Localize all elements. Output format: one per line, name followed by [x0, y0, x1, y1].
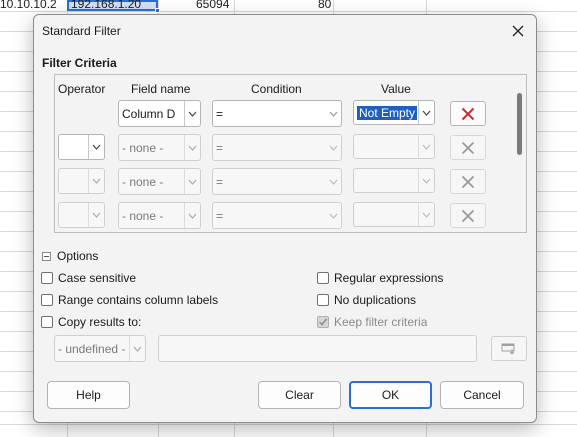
x-icon [461, 141, 475, 154]
no-duplications-label: No duplications [334, 293, 417, 307]
field-name-select-3[interactable]: - none - [118, 168, 201, 195]
copy-results-checkbox[interactable]: Copy results to: [41, 315, 141, 329]
field-name-value-3: - none - [122, 174, 164, 189]
checkbox-box [317, 294, 329, 306]
chevron-down-icon [129, 336, 145, 361]
condition-value-4: = [216, 208, 224, 223]
cell-port-dest[interactable]: 80 [318, 0, 331, 11]
chevron-down-icon [184, 101, 200, 126]
chevron-down-icon [418, 203, 434, 226]
criteria-grid: Operator Field name Condition Value Colu… [54, 74, 527, 233]
filter-criteria-heading: Filter Criteria [42, 56, 117, 70]
cell-ip-dest[interactable]: 192.168.1.20 [71, 0, 141, 11]
chevron-down-icon [88, 203, 104, 227]
chevron-down-icon [418, 135, 434, 158]
help-button[interactable]: Help [47, 381, 130, 409]
field-name-value-4: - none - [122, 208, 164, 223]
chevron-down-icon [325, 135, 341, 160]
x-icon [461, 175, 475, 188]
standard-filter-dialog: Standard Filter Filter Criteria Operator… [33, 14, 537, 423]
keep-filter-criteria-checkbox[interactable]: Keep filter criteria [317, 315, 427, 329]
copy-target-value: - undefined - [58, 341, 126, 356]
field-name-value-1: Column D [122, 106, 176, 121]
value-combo-1[interactable]: Not Empty [353, 100, 435, 125]
checkbox-box [317, 272, 329, 284]
header-operator: Operator [58, 82, 106, 96]
checkbox-box [41, 294, 53, 306]
delete-criterion-button-1[interactable] [450, 101, 486, 126]
dialog-title: Standard Filter [42, 24, 121, 38]
close-button[interactable] [506, 19, 530, 43]
value-combo-4[interactable] [353, 202, 435, 227]
case-sensitive-label: Case sensitive [58, 271, 137, 285]
chevron-down-icon [184, 203, 200, 228]
chevron-down-icon [88, 135, 104, 159]
checkbox-box [41, 316, 53, 328]
field-name-select-1[interactable]: Column D [118, 100, 201, 127]
condition-select-1[interactable]: = [212, 100, 342, 127]
copy-target-field[interactable] [158, 335, 477, 362]
chevron-down-icon [325, 101, 341, 126]
chevron-down-icon [184, 135, 200, 160]
regular-expressions-label: Regular expressions [334, 271, 444, 285]
field-name-select-2[interactable]: - none - [118, 134, 201, 161]
operator-select-3[interactable] [58, 168, 105, 194]
header-field-name: Field name [131, 82, 191, 96]
condition-value-3: = [216, 174, 224, 189]
value-combo-2[interactable] [353, 134, 435, 159]
field-name-select-4[interactable]: - none - [118, 202, 201, 229]
case-sensitive-checkbox[interactable]: Case sensitive [41, 271, 136, 285]
shrink-icon [501, 343, 515, 355]
value-combo-3[interactable] [353, 168, 435, 193]
x-icon [461, 209, 475, 222]
cell-ip-source[interactable]: 10.10.10.2 [0, 0, 57, 11]
copy-target-select[interactable]: - undefined - [54, 335, 146, 362]
x-icon [461, 107, 475, 120]
shrink-button[interactable] [491, 336, 527, 361]
condition-select-2[interactable]: = [212, 134, 342, 161]
delete-criterion-button-4[interactable] [450, 203, 486, 228]
condition-value-2: = [216, 140, 224, 155]
chevron-down-icon [418, 101, 434, 124]
criteria-scrollbar[interactable] [517, 93, 522, 155]
collapse-icon [42, 251, 51, 261]
clear-button[interactable]: Clear [258, 381, 341, 409]
chevron-down-icon [325, 169, 341, 194]
condition-select-4[interactable]: = [212, 202, 342, 229]
header-condition: Condition [251, 82, 302, 96]
options-label: Options [57, 249, 99, 263]
ok-button[interactable]: OK [349, 381, 432, 409]
copy-results-label: Copy results to: [58, 315, 142, 329]
field-name-value-2: - none - [122, 140, 164, 155]
keep-filter-criteria-label: Keep filter criteria [334, 315, 428, 329]
cancel-button[interactable]: Cancel [440, 381, 524, 409]
delete-criterion-button-3[interactable] [450, 169, 486, 194]
fill-handle[interactable] [155, 8, 160, 13]
dialog-titlebar[interactable]: Standard Filter [34, 15, 536, 47]
delete-criterion-button-2[interactable] [450, 135, 486, 160]
condition-select-3[interactable]: = [212, 168, 342, 195]
close-icon [512, 25, 524, 37]
no-duplications-checkbox[interactable]: No duplications [317, 293, 416, 307]
range-contains-labels-checkbox[interactable]: Range contains column labels [41, 293, 218, 307]
chevron-down-icon [184, 169, 200, 194]
chevron-down-icon [88, 169, 104, 193]
condition-value-1: = [216, 106, 224, 121]
options-expander[interactable]: Options [42, 249, 98, 263]
cell-port-source[interactable]: 65094 [196, 0, 229, 11]
chevron-down-icon [325, 203, 341, 228]
operator-select-2[interactable] [58, 134, 105, 160]
operator-select-4[interactable] [58, 202, 105, 228]
checkbox-box [41, 272, 53, 284]
value-text-1[interactable]: Not Empty [355, 105, 418, 120]
chevron-down-icon [418, 169, 434, 192]
checkmark-icon [317, 316, 329, 328]
header-value: Value [381, 82, 411, 96]
regular-expressions-checkbox[interactable]: Regular expressions [317, 271, 443, 285]
range-contains-labels-label: Range contains column labels [58, 293, 219, 307]
